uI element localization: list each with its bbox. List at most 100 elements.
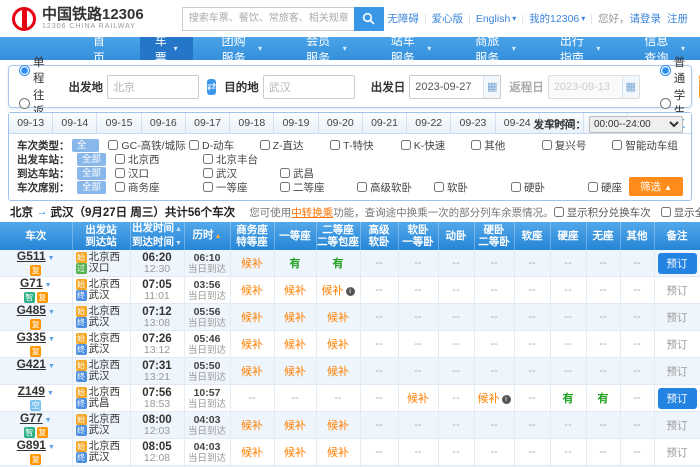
nav-item-团购服务[interactable]: 团购服务▾ xyxy=(207,37,278,60)
train-number-link[interactable]: G511 xyxy=(17,250,46,263)
nav-item-商旅服务[interactable]: 商旅服务▾ xyxy=(460,37,531,60)
filter-option[interactable]: 北京丰台 xyxy=(203,152,280,167)
chevron-down-icon[interactable]: ▼ xyxy=(48,363,55,370)
filter-option-checkbox[interactable] xyxy=(280,168,290,178)
register-link[interactable]: 注册 xyxy=(667,11,688,26)
top-link-2[interactable]: 爱心版 xyxy=(432,11,464,26)
student-radio[interactable] xyxy=(660,98,671,109)
filter-option-checkbox[interactable] xyxy=(115,168,125,178)
filter-all-button[interactable]: 全部 xyxy=(77,181,106,194)
train-number-link[interactable]: G485 xyxy=(17,304,46,318)
date-tab[interactable]: 09-22 xyxy=(407,113,451,133)
filter-option-checkbox[interactable] xyxy=(471,140,481,150)
filter-option-checkbox[interactable] xyxy=(357,182,367,192)
filter-all-button[interactable]: 全部 xyxy=(72,139,99,152)
nav-item-出行指南[interactable]: 出行指南▾ xyxy=(545,37,616,60)
filter-option-checkbox[interactable] xyxy=(612,140,622,150)
book-button[interactable]: 预订 xyxy=(667,339,688,351)
filter-option-checkbox[interactable] xyxy=(189,140,199,150)
filter-option[interactable]: GC-高铁/城际 xyxy=(108,138,189,153)
train-number-link[interactable]: G71 xyxy=(20,277,43,291)
filter-option[interactable]: 北京西 xyxy=(115,152,203,167)
show-points-trains-checkbox[interactable]: 显示积分兑换车次 xyxy=(554,205,651,220)
oneway-radio[interactable] xyxy=(19,65,30,76)
chevron-down-icon[interactable]: ▼ xyxy=(48,444,55,451)
filter-option[interactable]: 复兴号 xyxy=(542,138,613,153)
train-number-link[interactable]: G77 xyxy=(20,412,43,426)
departure-time-select[interactable]: 00:00--24:00 xyxy=(589,116,683,133)
chevron-down-icon[interactable]: ▼ xyxy=(48,255,55,262)
filter-all-button[interactable]: 全部 xyxy=(77,167,106,180)
filter-option[interactable]: T-特快 xyxy=(330,138,401,153)
filter-option-checkbox[interactable] xyxy=(203,168,213,178)
top-link-4[interactable]: 我的12306 xyxy=(529,11,579,26)
sort-arrow-icon[interactable]: ▼ xyxy=(175,240,182,247)
bookable-checkbox-input[interactable] xyxy=(661,207,671,217)
filter-option-checkbox[interactable] xyxy=(115,154,125,164)
login-link[interactable]: 请登录 xyxy=(630,11,662,26)
book-button[interactable]: 预订 xyxy=(667,447,688,459)
train-number-link[interactable]: Z149 xyxy=(18,385,45,399)
passenger-type-normal[interactable]: 普通 xyxy=(660,54,686,86)
train-number-link[interactable]: G335 xyxy=(17,331,46,345)
filter-option-checkbox[interactable] xyxy=(260,140,270,150)
sort-arrow-icon[interactable]: ▲ xyxy=(175,226,182,233)
filter-option[interactable]: 其他 xyxy=(471,138,542,153)
transfer-link[interactable]: 中转换乘 xyxy=(291,207,333,219)
top-link-3[interactable]: English xyxy=(476,13,510,25)
filter-option[interactable]: 高级软卧 xyxy=(357,180,434,195)
book-button[interactable]: 预订 xyxy=(658,388,697,409)
round-radio[interactable] xyxy=(19,98,30,109)
filter-option-checkbox[interactable] xyxy=(330,140,340,150)
filter-option-checkbox[interactable] xyxy=(588,182,598,192)
swap-stations-icon[interactable]: ⇄ xyxy=(207,79,216,95)
search-button[interactable] xyxy=(354,7,384,31)
filter-option[interactable]: 二等座 xyxy=(280,180,357,195)
chevron-down-icon[interactable]: ▼ xyxy=(48,336,55,343)
to-input[interactable] xyxy=(263,75,355,99)
book-button[interactable]: 预订 xyxy=(658,253,697,274)
search-input[interactable] xyxy=(182,7,354,31)
filter-option[interactable]: 一等座 xyxy=(203,180,280,195)
filter-option[interactable]: 硬卧 xyxy=(511,180,588,195)
date-tab[interactable]: 09-20 xyxy=(319,113,363,133)
book-button[interactable]: 预订 xyxy=(667,366,688,378)
filter-option-checkbox[interactable] xyxy=(203,154,213,164)
points-checkbox-input[interactable] xyxy=(554,207,564,217)
nav-item-首页[interactable]: 首页 xyxy=(78,37,126,60)
filter-option[interactable]: D-动车 xyxy=(189,138,260,153)
trip-type-oneway[interactable]: 单程 xyxy=(19,54,45,86)
date-tab[interactable]: 09-15 xyxy=(97,113,141,133)
train-number-link[interactable]: G421 xyxy=(17,358,46,372)
filter-option-checkbox[interactable] xyxy=(115,182,125,192)
filter-option-checkbox[interactable] xyxy=(542,140,552,150)
chevron-down-icon[interactable]: ▼ xyxy=(45,282,52,289)
book-button[interactable]: 预订 xyxy=(667,312,688,324)
filter-option-checkbox[interactable] xyxy=(511,182,521,192)
filter-option-checkbox[interactable] xyxy=(280,182,290,192)
nav-item-车票[interactable]: 车票▾ xyxy=(140,37,193,60)
date-tab[interactable]: 09-21 xyxy=(363,113,407,133)
chevron-down-icon[interactable]: ▼ xyxy=(48,309,55,316)
calendar-icon[interactable]: ▦ xyxy=(483,76,500,98)
filter-option[interactable]: K-快速 xyxy=(401,138,472,153)
chevron-down-icon[interactable]: ▼ xyxy=(45,417,52,424)
normal-radio[interactable] xyxy=(660,65,671,76)
filter-option[interactable]: 武汉 xyxy=(203,166,280,181)
date-tab[interactable]: 09-13 xyxy=(9,113,53,133)
show-bookable-trains-checkbox[interactable]: 显示全部可预订车次 xyxy=(661,205,700,220)
filter-option[interactable]: 智能动车组 xyxy=(612,138,683,153)
from-input[interactable] xyxy=(107,75,199,99)
train-number-link[interactable]: G891 xyxy=(17,439,46,453)
filter-option[interactable]: 武昌 xyxy=(280,166,357,181)
date-tab[interactable]: 09-14 xyxy=(53,113,97,133)
sift-button[interactable]: 筛选▲ xyxy=(629,177,683,196)
filter-option[interactable]: Z-直达 xyxy=(260,138,331,153)
filter-option-checkbox[interactable] xyxy=(108,140,118,150)
date-tab[interactable]: 09-19 xyxy=(274,113,318,133)
filter-option[interactable]: 软卧 xyxy=(434,180,511,195)
date-tab[interactable]: 09-23 xyxy=(451,113,495,133)
filter-option-checkbox[interactable] xyxy=(401,140,411,150)
date-tab[interactable]: 09-16 xyxy=(142,113,186,133)
info-icon[interactable]: i xyxy=(346,287,355,296)
